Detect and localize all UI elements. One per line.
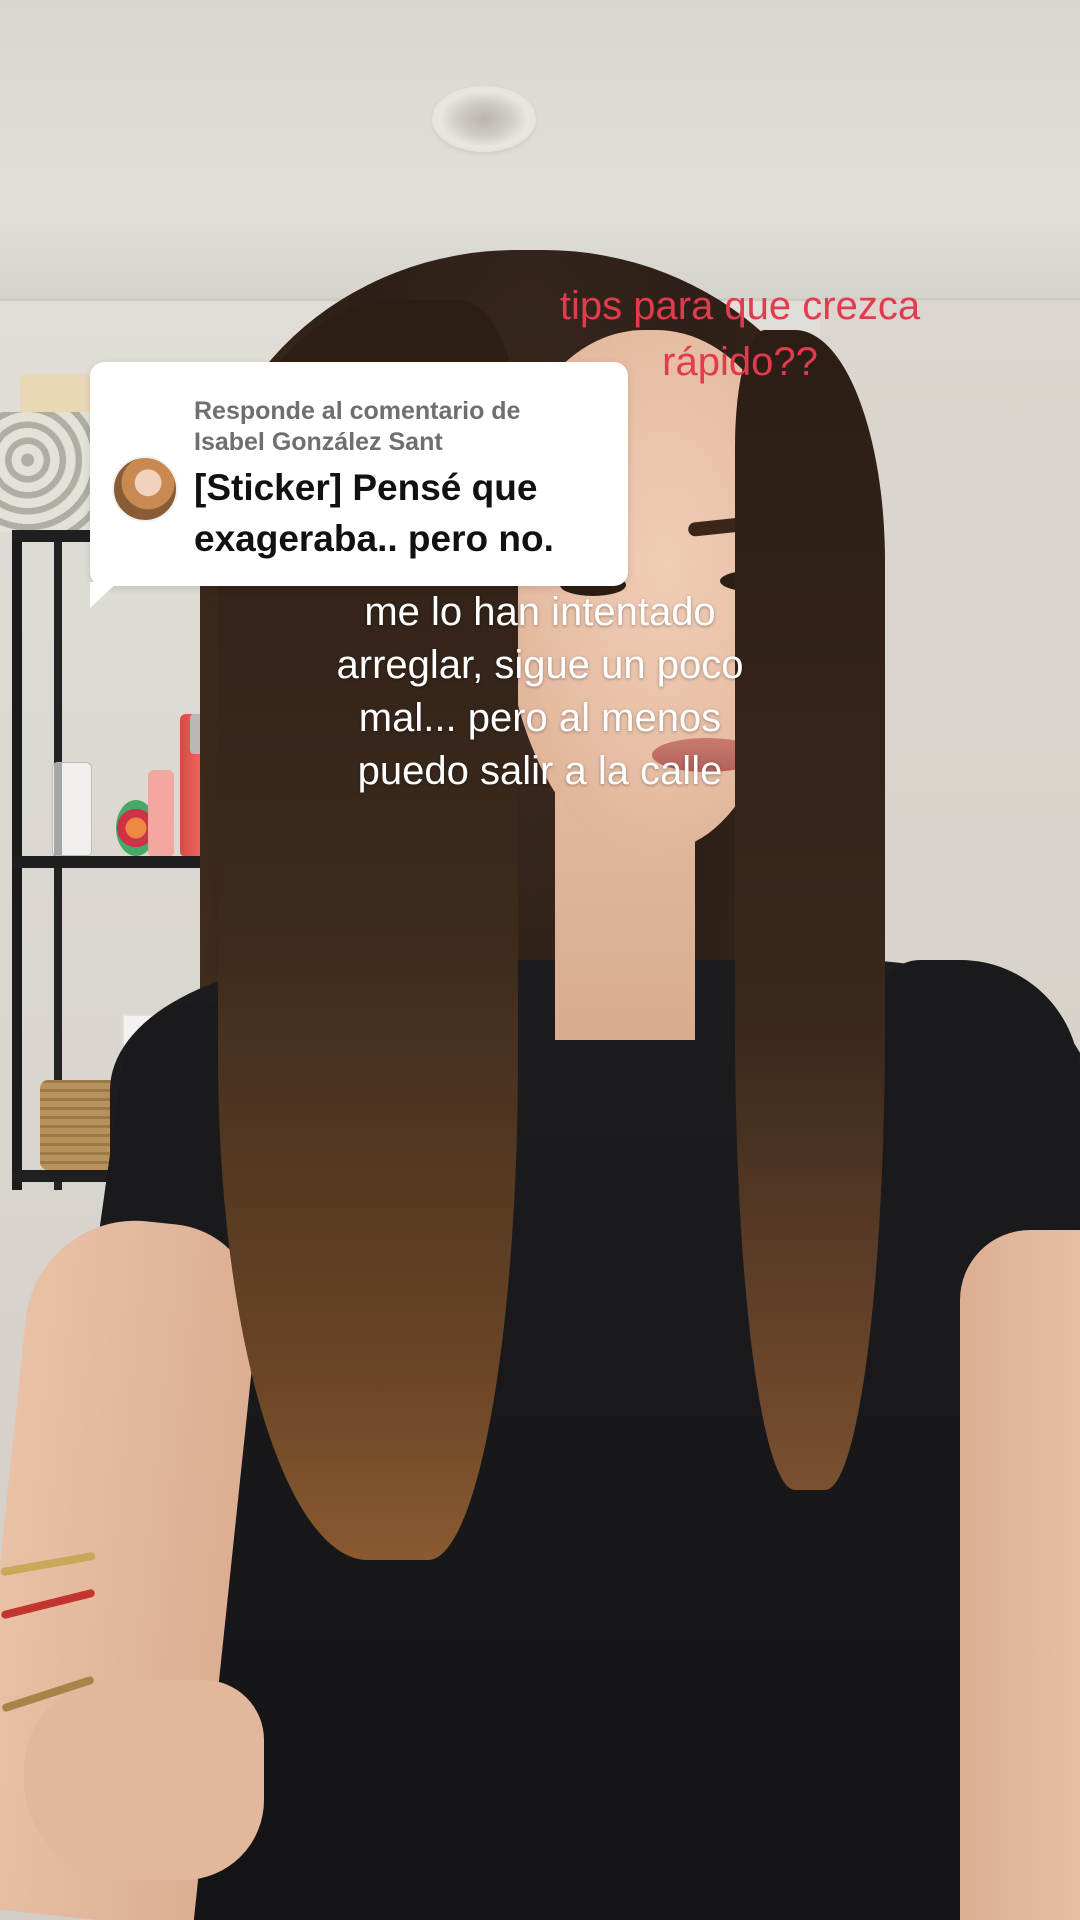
white-caption-text: me lo han intentado arreglar, sigue un p… [262, 586, 818, 798]
comment-text: [Sticker] Pensé que exageraba.. pero no. [194, 462, 614, 564]
caption-line: me lo han intentado [364, 590, 716, 634]
red-caption-text: tips para que crezca rápido?? [520, 278, 960, 390]
caption-line: tips para que crezca [559, 284, 921, 328]
perfume-bottle [52, 762, 92, 856]
caption-line: puedo salir a la calle [357, 749, 723, 793]
avatar [112, 456, 178, 522]
reply-comment-sticker[interactable]: Responde al comentario de Isabel Gonzále… [90, 362, 628, 586]
hair-strands [735, 330, 885, 1490]
sticker-tail [90, 582, 118, 608]
reply-header-label: Responde al comentario de [194, 397, 521, 425]
ceiling-light [432, 86, 536, 152]
caption-line: rápido?? [662, 340, 818, 384]
comment-line: exageraba.. pero no. [194, 518, 554, 559]
arm [960, 1230, 1080, 1920]
caption-line: arreglar, sigue un poco [336, 643, 744, 687]
caption-line: mal... pero al menos [358, 696, 722, 740]
commenter-name: Isabel González Sant [194, 428, 443, 456]
comment-line: [Sticker] Pensé que [194, 467, 538, 508]
floral-box [0, 412, 92, 532]
shelf-top-object [20, 374, 90, 414]
reply-header: Responde al comentario de Isabel Gonzále… [194, 396, 614, 458]
hand [24, 1680, 264, 1880]
perfume-bottle [148, 770, 174, 856]
